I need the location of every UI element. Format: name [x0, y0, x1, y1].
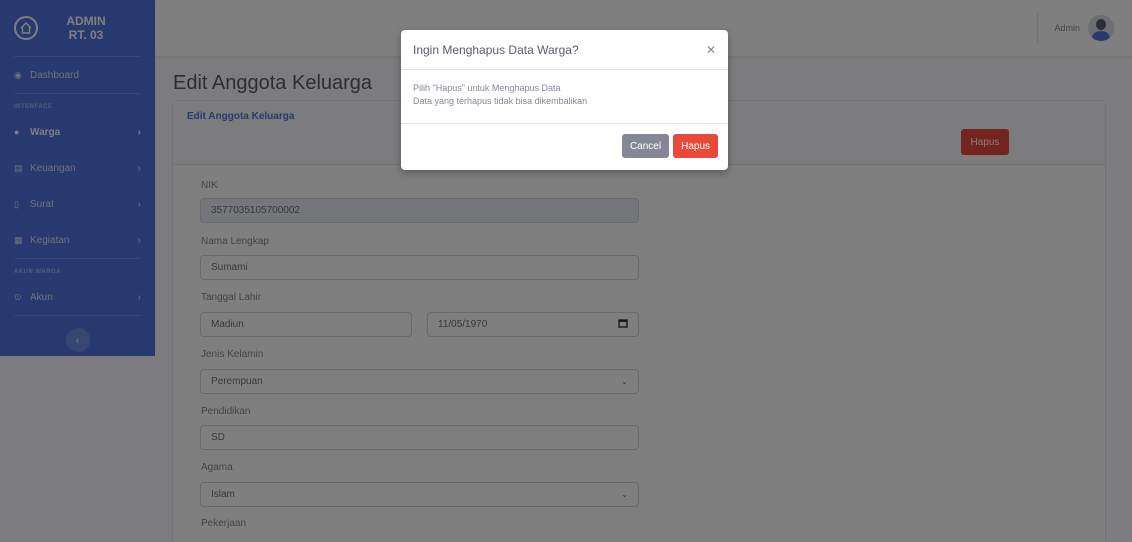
tanggal-value: 11/05/1970	[438, 319, 488, 330]
chevron-down-icon: ⌄	[621, 377, 628, 386]
pendidikan-field[interactable]: SD	[200, 425, 639, 450]
sidebar-item-label: Dashboard	[30, 69, 79, 81]
home-icon	[14, 16, 38, 40]
sidebar-item-surat[interactable]: ▯ Surat ›	[0, 186, 155, 222]
calendar-icon: ▦	[14, 234, 23, 245]
user-name[interactable]: Admin	[1054, 23, 1080, 33]
chevron-right-icon: ›	[137, 126, 141, 138]
pendidikan-value: SD	[211, 432, 225, 443]
sidebar: ADMIN RT. 03 ◉ Dashboard INTERFACE ● War…	[0, 0, 155, 356]
modal-footer: Cancel Hapus	[401, 124, 728, 168]
nik-field[interactable]: 3577035105700002	[200, 198, 639, 223]
close-icon[interactable]: ✕	[706, 43, 716, 57]
file-icon: ▯	[14, 198, 19, 209]
modal-body: Pilih "Hapus" untuk Menghapus Data Data …	[401, 70, 728, 124]
sidebar-item-label: Keuangan	[30, 162, 76, 174]
sidebar-item-label: Warga	[30, 126, 61, 138]
delete-button[interactable]: Hapus	[961, 129, 1009, 155]
sidebar-item-label: Akun	[30, 291, 53, 303]
sidebar-item-dashboard[interactable]: ◉ Dashboard	[0, 57, 155, 93]
tempat-lahir-field[interactable]: Madiun	[200, 312, 412, 337]
sidebar-divider	[14, 315, 141, 316]
modal-title: Ingin Menghapus Data Warga?	[413, 42, 579, 57]
confirm-delete-button[interactable]: Hapus	[673, 134, 718, 158]
nik-label: NIK	[201, 180, 218, 191]
topbar-divider	[1037, 13, 1039, 43]
chevron-right-icon: ›	[137, 234, 141, 246]
chevron-right-icon: ›	[137, 291, 141, 303]
pendidikan-label: Pendidikan	[201, 406, 251, 417]
money-icon: ▤	[14, 162, 23, 173]
sidebar-heading-akun: AKUN WARGA	[14, 269, 61, 275]
nik-value: 3577035105700002	[211, 205, 300, 216]
jk-value: Perempuan	[211, 376, 263, 387]
pekerjaan-label: Pekerjaan	[201, 518, 247, 529]
chevron-right-icon: ›	[137, 198, 141, 210]
dashboard-icon: ◉	[14, 69, 22, 80]
chevron-down-icon: ⌄	[621, 490, 628, 499]
sidebar-item-keuangan[interactable]: ▤ Keuangan ›	[0, 150, 155, 186]
modal-body-line1: Pilih "Hapus" untuk Menghapus Data	[413, 83, 561, 93]
modal-body-line2: Data yang terhapus tidak bisa dikembalik…	[413, 96, 588, 106]
brand-text: ADMIN RT. 03	[66, 14, 106, 42]
tanggal-lahir-field[interactable]: 11/05/1970	[427, 312, 639, 337]
sidebar-item-warga[interactable]: ● Warga ›	[0, 114, 155, 150]
sidebar-item-kegiatan[interactable]: ▦ Kegiatan ›	[0, 222, 155, 258]
brand[interactable]: ADMIN RT. 03	[0, 0, 155, 56]
sidebar-item-label: Surat	[30, 198, 54, 210]
sidebar-heading-interface: INTERFACE	[14, 104, 53, 110]
cancel-button[interactable]: Cancel	[621, 134, 670, 158]
tanggal-lahir-label: Tanggal Lahir	[201, 292, 262, 303]
user-icon: ●	[14, 127, 20, 137]
card-title: Edit Anggota Keluarga	[187, 111, 295, 122]
sidebar-toggle-button[interactable]: ‹	[65, 328, 90, 352]
delete-confirm-modal: Ingin Menghapus Data Warga? ✕ Pilih "Hap…	[401, 30, 728, 170]
chevron-right-icon: ›	[137, 162, 141, 174]
avatar[interactable]	[1088, 15, 1114, 41]
sidebar-item-akun[interactable]: ⊙ Akun ›	[0, 279, 155, 315]
chevron-left-icon: ‹	[75, 334, 80, 346]
jenis-kelamin-select[interactable]: Perempuan ⌄	[200, 369, 639, 394]
page-title: Edit Anggota Keluarga	[173, 72, 373, 94]
modal-header: Ingin Menghapus Data Warga? ✕	[401, 30, 728, 70]
sidebar-item-label: Kegiatan	[30, 234, 70, 246]
nama-value: Sumami	[211, 262, 248, 273]
agama-label: Agama	[201, 462, 233, 473]
nama-field[interactable]: Sumami	[200, 255, 639, 280]
agama-value: Islam	[211, 489, 235, 500]
calendar-icon[interactable]	[618, 318, 628, 331]
account-icon: ⊙	[14, 291, 22, 302]
nama-label: Nama Lengkap	[201, 236, 269, 247]
tempat-value: Madiun	[211, 319, 244, 330]
agama-select[interactable]: Islam ⌄	[200, 482, 639, 507]
jenis-kelamin-label: Jenis Kelamin	[201, 349, 264, 360]
